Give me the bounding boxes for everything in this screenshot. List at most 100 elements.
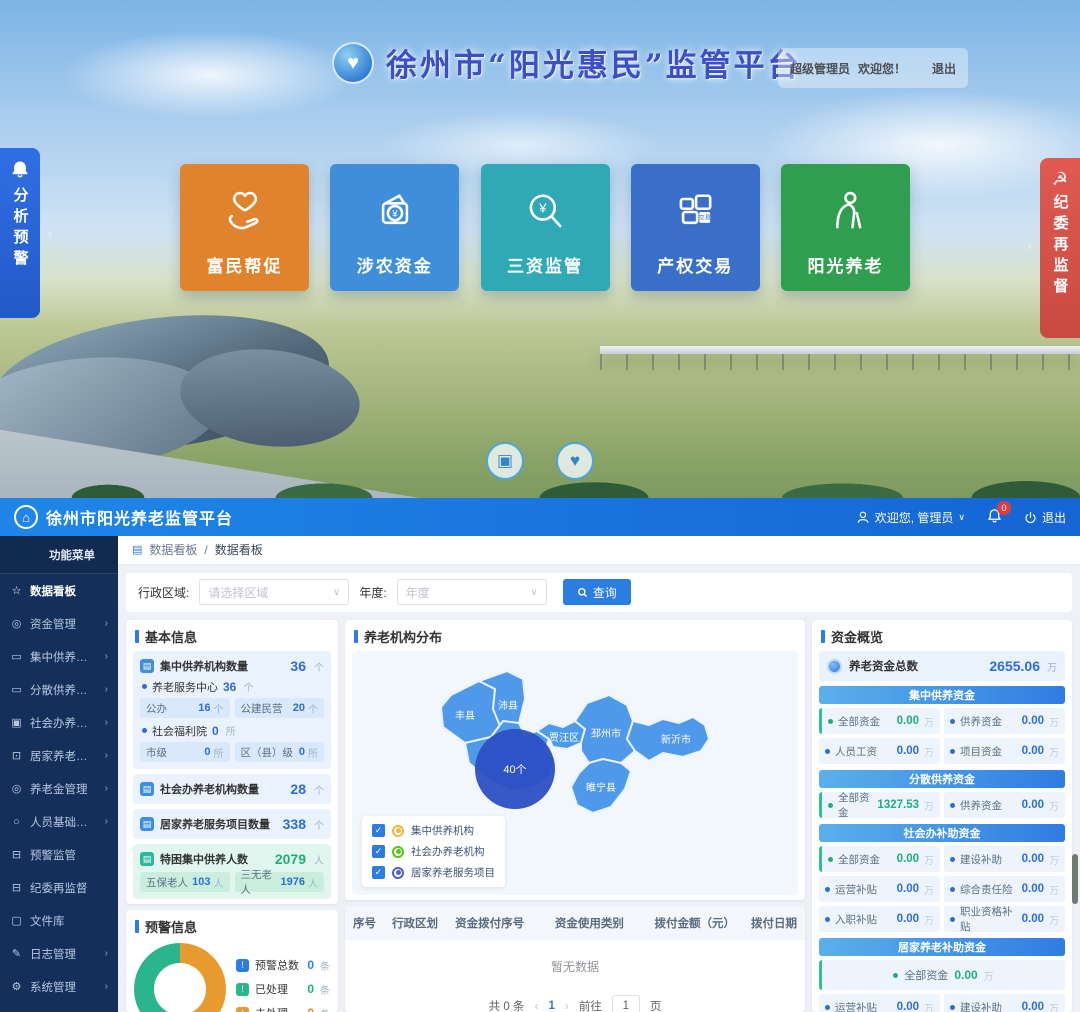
chevron-right-icon: › <box>105 618 108 629</box>
sidebar-item-icon <box>10 881 23 894</box>
prev-page-button[interactable]: ‹ <box>534 999 538 1012</box>
analysis-warning-label: 分析预警 <box>10 187 31 271</box>
map-legend-item[interactable]: ✓ 社会办养老机构 <box>372 844 495 859</box>
year-select[interactable]: 年度 ∨ <box>397 579 547 605</box>
magnifier-yuan-icon: ¥ <box>519 186 571 238</box>
fund-section-grid: 全部资金 0.00万 建设补助 0.00万 <box>819 846 1065 932</box>
coin-circle-icon <box>827 659 842 674</box>
sidebar-item-icon <box>10 947 23 960</box>
breadcrumb-first[interactable]: 数据看板 <box>149 541 197 558</box>
sidebar-item[interactable]: 文件库 <box>0 904 118 937</box>
next-page-button[interactable]: › <box>565 999 569 1012</box>
tile-sanzi-jianguan[interactable]: ¥ 三资监管 <box>481 164 610 291</box>
map-legend-item[interactable]: ✓ 集中供养机构 <box>372 823 495 838</box>
bridge-posts <box>600 354 1080 370</box>
fund-item: 建设补助 0.00万 <box>944 994 1065 1012</box>
discipline-supervision-tab[interactable]: ☭ 纪委再监督 ‹ <box>1040 158 1080 338</box>
doc-icon: ▤ <box>140 782 154 796</box>
fund-item: 全部资金 0.00万 <box>819 846 940 872</box>
dashboard-title: 徐州市阳光养老监管平台 <box>46 505 233 529</box>
goto-page-input[interactable] <box>612 995 640 1012</box>
sidebar-item[interactable]: 集中供养资金 › <box>0 640 118 673</box>
party-emblem-icon: ☭ <box>1052 170 1068 188</box>
sidebar-item[interactable]: 预警监管 <box>0 838 118 871</box>
xuzhou-map: 丰县 沛县 贾汪区 邳州市 新沂市 睢宁县 40个 <box>352 651 798 895</box>
search-icon <box>577 587 588 598</box>
breadcrumb-current: 数据看板 <box>215 541 263 558</box>
warning-stat-row: ! 已处理 0 条 <box>236 981 330 997</box>
home-care-projects-card: ▤ 居家养老服务项目数量 338 个 <box>133 809 331 839</box>
map-label: 邳州市 <box>591 727 621 740</box>
platform-logo-icon: ♥ <box>332 42 374 84</box>
id-card-circle-button[interactable]: ▣ <box>486 442 524 480</box>
bell-icon <box>11 160 29 181</box>
map-label: 贾汪区 <box>549 732 579 744</box>
heart-care-circle-button[interactable]: ♥ <box>556 442 594 480</box>
total-count: 共 0 条 <box>489 998 525 1012</box>
logout-button[interactable]: 退出 <box>1024 509 1066 526</box>
dashboard-header: ⌂ 徐州市阳光养老监管平台 欢迎您, 管理员 ∨ 0 退出 <box>0 498 1080 536</box>
sidebar-item-icon <box>10 716 23 729</box>
tile-chanquan-jiaoyi[interactable]: 交易 产权交易 <box>631 164 760 291</box>
dashboard-logo-icon: ⌂ <box>14 505 38 529</box>
chevron-right-icon: › <box>105 717 108 728</box>
fund-item: 综合责任险 0.00万 <box>944 876 1065 902</box>
analysis-warning-tab[interactable]: 分析预警 › <box>0 148 40 318</box>
sidebar-item[interactable]: 资金管理 › <box>0 607 118 640</box>
tile-shenong-zijin[interactable]: ¥ 涉农资金 <box>330 164 459 291</box>
document-icon: ▤ <box>132 543 142 556</box>
fund-section-grid: 全部资金 1327.53万 供养资金 0.00万 <box>819 792 1065 818</box>
tile-fumin-bangcu[interactable]: 富民帮促 <box>180 164 309 291</box>
sidebar-item[interactable]: 系统管理 › <box>0 970 118 1003</box>
legend-ring-icon <box>392 867 404 879</box>
heart-in-hand-icon <box>219 186 271 238</box>
fund-section-header: 集中供养资金 <box>819 686 1065 704</box>
fund-section-grid: 运营补贴 0.00万 建设补助 0.00万 <box>819 994 1065 1012</box>
fund-item: 入职补贴 0.00万 <box>819 906 940 932</box>
social-institutions-card: ▤ 社会办养老机构数量 28 个 <box>133 774 331 804</box>
fund-section-header: 社会办补助资金 <box>819 824 1065 842</box>
notification-bell-button[interactable]: 0 <box>987 508 1002 526</box>
table-header-row: 序号 行政区划 资金拨付序号 资金使用类别 拨付金额（元） 拨付日期 <box>345 906 805 940</box>
sidebar-item[interactable]: 分散供养资金 › <box>0 673 118 706</box>
sidebar-item-icon <box>10 980 23 993</box>
alarm-icon: ! <box>236 983 249 996</box>
sidebar-item[interactable]: 养老金管理 › <box>0 772 118 805</box>
checkbox-checked-icon[interactable]: ✓ <box>372 824 385 837</box>
sidebar-item[interactable]: 数据看板 <box>0 574 118 607</box>
header-user-menu[interactable]: 欢迎您, 管理员 ∨ <box>856 509 965 526</box>
hero-platform-title: 徐州市“阳光惠民”监管平台 <box>386 40 802 85</box>
map-label: 丰县 <box>455 709 475 722</box>
tile-yangguang-yanglao[interactable]: 阳光养老 <box>781 164 910 291</box>
tile-label: 产权交易 <box>657 252 733 277</box>
hero-logout-button[interactable]: 退出 <box>932 60 956 77</box>
checkbox-checked-icon[interactable]: ✓ <box>372 866 385 879</box>
region-select[interactable]: 请选择区域 ∨ <box>199 579 349 605</box>
fund-item: 供养资金 0.00万 <box>944 792 1065 818</box>
chevron-right-icon: › <box>105 651 108 662</box>
warning-stats: ! 预警总数 0 条 ! 已处理 0 <box>236 957 330 1012</box>
sidebar-item[interactable]: 居家养老服务项目 › <box>0 739 118 772</box>
sidebar-item-icon <box>10 914 23 927</box>
year-filter-label: 年度: <box>359 584 386 601</box>
scrollbar-thumb[interactable] <box>1072 854 1078 904</box>
sidebar-item[interactable]: 社会办养老机构 › <box>0 706 118 739</box>
chevron-right-icon: › <box>105 948 108 959</box>
map-legend-item[interactable]: ✓ 居家养老服务项目 <box>372 865 495 880</box>
fund-full-item: 全部资金 0.00 万 <box>819 960 1065 990</box>
sidebar-item[interactable]: 人员基础信息 › <box>0 805 118 838</box>
warning-info-panel: 预警信息 ! 预警总数 0 条 <box>126 910 338 1012</box>
fund-section-header: 分散供养资金 <box>819 770 1065 788</box>
stat-pill: 三无老人1976人 <box>235 872 325 892</box>
legend-ring-icon <box>392 825 404 837</box>
sidebar-item[interactable]: 日志管理 › <box>0 937 118 970</box>
checkbox-checked-icon[interactable]: ✓ <box>372 845 385 858</box>
map-label: 沛县 <box>498 699 518 712</box>
warning-donut-chart <box>134 943 226 1012</box>
current-page-button[interactable]: 1 <box>548 1000 554 1012</box>
svg-text:¥: ¥ <box>538 201 547 216</box>
empty-table-text: 暂无数据 <box>345 940 805 987</box>
search-button[interactable]: 查询 <box>563 579 631 605</box>
fund-item: 运营补贴 0.00万 <box>819 876 940 902</box>
sidebar-item[interactable]: 纪委再监督 <box>0 871 118 904</box>
